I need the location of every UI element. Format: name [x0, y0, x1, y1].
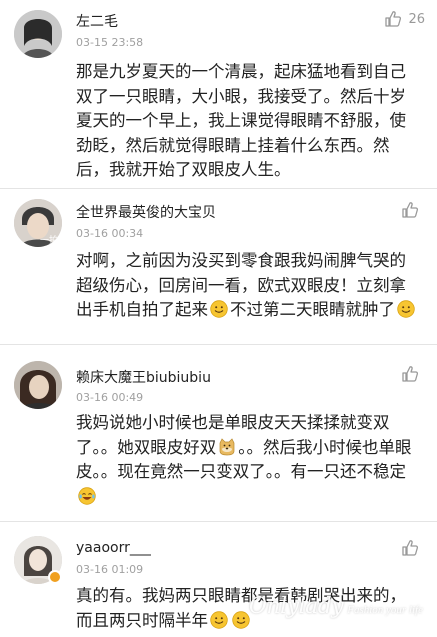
comment-text: 那是九岁夏天的一个清晨，起床猛地看到自己双了一只眼睛，大小眼，我接受了。然后十岁… [76, 62, 406, 179]
username[interactable]: yaaoorr___ [76, 540, 151, 556]
avatar[interactable] [14, 10, 62, 58]
like-count: 26 [408, 11, 425, 27]
like-button[interactable] [401, 365, 425, 383]
smile-emoji-icon [210, 300, 228, 318]
smile-emoji-icon [232, 610, 250, 629]
laugh-tears-emoji-icon [78, 486, 96, 505]
comment-text: 对啊，之前因为没买到零食跟我妈闹脾气哭的超级伤心，回房间一看，欧式双眼皮！立刻拿… [76, 249, 420, 323]
timestamp: 03-16 00:49 [76, 391, 144, 404]
thumbs-up-icon [402, 540, 419, 556]
verified-badge-icon [48, 570, 62, 584]
onlylady-watermark: Onlylady Fashion your life [249, 594, 423, 619]
comment-card-3: 赖床大魔王biubiubiu 03-16 00:49 我妈说她小时候也是单眼皮天… [0, 345, 437, 520]
comment-card-4: yaaoorr___ 03-16 01:09 真的有。我妈两只眼睛都是看韩剧哭出… [0, 522, 437, 637]
username[interactable]: 左二毛 [76, 11, 118, 31]
user-avatar-image: 一拍 [14, 199, 62, 247]
timestamp: 03-16 01:09 [76, 563, 144, 576]
watermark-logo: Onlylady [248, 594, 344, 619]
thumbs-up-icon [402, 366, 419, 382]
user-avatar-image [14, 10, 62, 58]
thumbs-up-icon [402, 202, 419, 218]
smile-emoji-icon [210, 610, 228, 629]
comment-text: 我妈说她小时候也是单眼皮天天揉揉就变双了。。她双眼皮好双 。。然后我小时候也单眼皮… [76, 411, 420, 509]
doge-emoji-icon [219, 437, 235, 455]
avatar[interactable]: 一拍 [14, 199, 62, 247]
comment-card-2: 一拍 全世界最英俊的大宝贝 03-16 00:34 对啊，之前因为没买到零食跟我… [0, 189, 437, 342]
avatar-caption: 一拍 [40, 234, 58, 246]
like-button[interactable] [401, 539, 425, 557]
like-button[interactable]: 26 [384, 10, 425, 28]
timestamp: 03-16 00:34 [76, 227, 144, 240]
username[interactable]: 赖床大魔王biubiubiu [76, 367, 211, 387]
smile-emoji-icon [397, 300, 415, 318]
timestamp: 03-15 23:58 [76, 36, 144, 49]
thumbs-up-icon [385, 11, 402, 27]
avatar[interactable] [14, 361, 62, 409]
comment-text-part: 不过第二天眼睛就肿了 [230, 300, 395, 319]
username[interactable]: 全世界最英俊的大宝贝 [76, 202, 216, 222]
like-button[interactable] [401, 201, 425, 219]
comment-card-1: 左二毛 03-15 23:58 26 那是九岁夏天的一个清晨，起床猛地看到自己双… [0, 0, 437, 203]
watermark-slogan: Fashion your life [347, 604, 423, 616]
user-avatar-image [14, 361, 62, 409]
